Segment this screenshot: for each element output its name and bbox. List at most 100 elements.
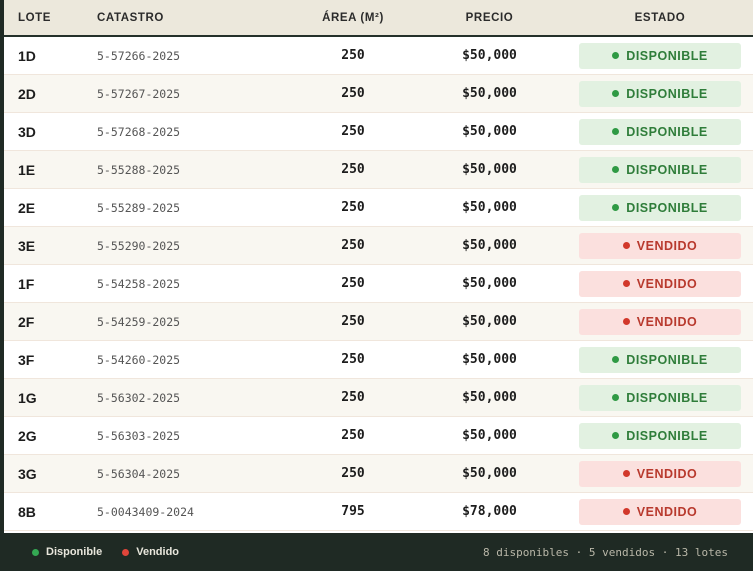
status-label: VENDIDO bbox=[636, 466, 698, 481]
catastro-cell: 5-56303-2025 bbox=[97, 428, 181, 443]
lote-cell: 8B bbox=[18, 503, 36, 520]
status-label: DISPONIBLE bbox=[626, 86, 708, 101]
status-badge: DISPONIBLE bbox=[579, 346, 741, 373]
status-label: VENDIDO bbox=[636, 314, 698, 329]
status-label: VENDIDO bbox=[636, 238, 698, 253]
table-row[interactable]: 2G 5-56303-2025 250 $50,000 DISPONIBLE bbox=[4, 417, 753, 455]
area-cell: 250 bbox=[341, 238, 365, 253]
area-cell: 250 bbox=[341, 48, 365, 63]
precio-cell: $50,000 bbox=[462, 124, 517, 139]
lote-cell: 2F bbox=[18, 313, 35, 330]
table-body: 1D 5-57266-2025 250 $50,000 DISPONIBLE 2D 5-57… bbox=[4, 37, 753, 531]
catastro-cell: 5-54258-2025 bbox=[97, 276, 181, 291]
status-label: DISPONIBLE bbox=[626, 428, 708, 443]
catastro-cell: 5-56302-2025 bbox=[97, 390, 181, 405]
area-cell: 250 bbox=[341, 276, 365, 291]
table-row[interactable]: 1D 5-57266-2025 250 $50,000 DISPONIBLE bbox=[4, 37, 753, 75]
table-row[interactable]: 1F 5-54258-2025 250 $50,000 VENDIDO bbox=[4, 265, 753, 303]
header-estado[interactable]: ESTADO bbox=[567, 12, 753, 24]
estado-cell: VENDIDO bbox=[567, 498, 753, 525]
catastro-cell: 5-55290-2025 bbox=[97, 238, 181, 253]
status-dot-icon bbox=[622, 470, 630, 477]
lote-cell: 2G bbox=[18, 427, 37, 444]
table-row[interactable]: 2D 5-57267-2025 250 $50,000 DISPONIBLE bbox=[4, 75, 753, 113]
header-precio[interactable]: PRECIO bbox=[412, 12, 567, 24]
status-label: VENDIDO bbox=[636, 276, 698, 291]
status-dot-icon bbox=[612, 356, 620, 363]
estado-cell: VENDIDO bbox=[567, 308, 753, 335]
table-row[interactable]: 2E 5-55289-2025 250 $50,000 DISPONIBLE bbox=[4, 189, 753, 227]
status-badge: DISPONIBLE bbox=[579, 156, 741, 183]
table-row[interactable]: 3G 5-56304-2025 250 $50,000 VENDIDO bbox=[4, 455, 753, 493]
table-row[interactable]: 2F 5-54259-2025 250 $50,000 VENDIDO bbox=[4, 303, 753, 341]
status-badge: DISPONIBLE bbox=[579, 42, 741, 69]
status-badge: DISPONIBLE bbox=[579, 194, 741, 221]
lote-cell: 1F bbox=[18, 275, 35, 292]
status-badge: VENDIDO bbox=[579, 308, 741, 335]
lote-cell: 1E bbox=[18, 161, 36, 178]
area-cell: 250 bbox=[341, 390, 365, 405]
header-lote[interactable]: LOTE bbox=[4, 12, 97, 24]
precio-cell: $50,000 bbox=[462, 86, 517, 101]
precio-cell: $50,000 bbox=[462, 162, 517, 177]
area-cell: 250 bbox=[341, 428, 365, 443]
header-area[interactable]: ÁREA (M²) bbox=[294, 12, 412, 24]
area-cell: 250 bbox=[341, 314, 365, 329]
estado-cell: VENDIDO bbox=[567, 232, 753, 259]
legend-vendido: Vendido bbox=[122, 546, 179, 558]
lote-cell: 1D bbox=[18, 47, 36, 64]
table-row[interactable]: 3E 5-55290-2025 250 $50,000 VENDIDO bbox=[4, 227, 753, 265]
catastro-cell: 5-55289-2025 bbox=[97, 200, 181, 215]
status-dot-icon bbox=[622, 280, 630, 287]
lote-cell: 1G bbox=[18, 389, 37, 406]
status-dot-icon bbox=[622, 318, 630, 325]
table-row[interactable]: 1G 5-56302-2025 250 $50,000 DISPONIBLE bbox=[4, 379, 753, 417]
estado-cell: DISPONIBLE bbox=[567, 384, 753, 411]
estado-cell: DISPONIBLE bbox=[567, 80, 753, 107]
precio-cell: $50,000 bbox=[462, 238, 517, 253]
area-cell: 250 bbox=[341, 200, 365, 215]
catastro-cell: 5-57268-2025 bbox=[97, 124, 181, 139]
estado-cell: DISPONIBLE bbox=[567, 194, 753, 221]
precio-cell: $50,000 bbox=[462, 314, 517, 329]
area-cell: 250 bbox=[341, 466, 365, 481]
status-label: DISPONIBLE bbox=[626, 390, 708, 405]
estado-cell: DISPONIBLE bbox=[567, 422, 753, 449]
precio-cell: $50,000 bbox=[462, 428, 517, 443]
status-badge: VENDIDO bbox=[579, 232, 741, 259]
status-label: DISPONIBLE bbox=[626, 162, 708, 177]
table-row[interactable]: 1E 5-55288-2025 250 $50,000 DISPONIBLE bbox=[4, 151, 753, 189]
precio-cell: $78,000 bbox=[462, 504, 517, 519]
status-badge: VENDIDO bbox=[579, 270, 741, 297]
catastro-cell: 5-54260-2025 bbox=[97, 352, 181, 367]
vendido-dot-icon bbox=[122, 548, 130, 556]
status-dot-icon bbox=[612, 394, 620, 401]
estado-cell: DISPONIBLE bbox=[567, 156, 753, 183]
precio-cell: $50,000 bbox=[462, 276, 517, 291]
disponible-dot-icon bbox=[32, 548, 39, 556]
table-row[interactable]: 3D 5-57268-2025 250 $50,000 DISPONIBLE bbox=[4, 113, 753, 151]
catastro-cell: 5-57267-2025 bbox=[97, 86, 181, 101]
precio-cell: $50,000 bbox=[462, 352, 517, 367]
status-dot-icon bbox=[612, 90, 620, 97]
estado-cell: DISPONIBLE bbox=[567, 118, 753, 145]
status-badge: VENDIDO bbox=[579, 498, 741, 525]
status-label: DISPONIBLE bbox=[626, 200, 708, 215]
estado-cell: DISPONIBLE bbox=[567, 346, 753, 373]
status-badge: DISPONIBLE bbox=[579, 118, 741, 145]
status-badge: DISPONIBLE bbox=[579, 80, 741, 107]
table-row[interactable]: 8B 5-0043409-2024 795 $78,000 VENDIDO bbox=[4, 493, 753, 531]
lots-table-panel: LOTE CATASTRO ÁREA (M²) PRECIO ESTADO 1D… bbox=[4, 0, 753, 571]
status-dot-icon bbox=[622, 508, 630, 515]
area-cell: 250 bbox=[341, 124, 365, 139]
table-row[interactable]: 3F 5-54260-2025 250 $50,000 DISPONIBLE bbox=[4, 341, 753, 379]
lote-cell: 3F bbox=[18, 351, 35, 368]
status-dot-icon bbox=[612, 52, 620, 59]
estado-cell: DISPONIBLE bbox=[567, 42, 753, 69]
area-cell: 795 bbox=[341, 504, 365, 519]
estado-cell: VENDIDO bbox=[567, 460, 753, 487]
status-label: DISPONIBLE bbox=[626, 124, 708, 139]
area-cell: 250 bbox=[341, 86, 365, 101]
header-catastro[interactable]: CATASTRO bbox=[97, 12, 294, 24]
area-cell: 250 bbox=[341, 352, 365, 367]
